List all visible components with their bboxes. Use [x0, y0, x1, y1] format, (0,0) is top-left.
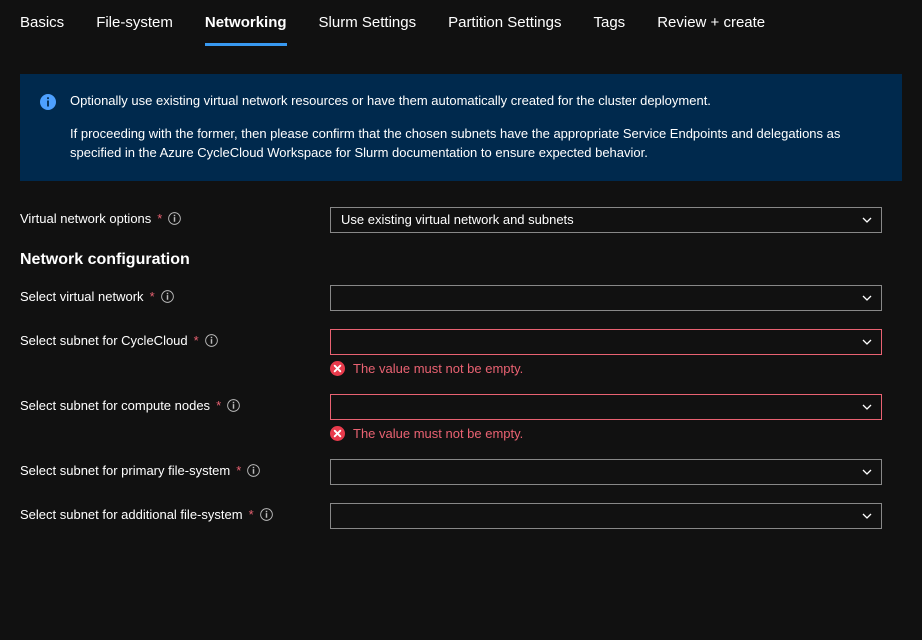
dropdown-select-vnet[interactable] — [330, 285, 882, 311]
error-subnet-cyclecloud: The value must not be empty. — [330, 361, 882, 376]
chevron-down-icon — [861, 214, 873, 226]
label-subnet-cyclecloud: Select subnet for CycleCloud * — [20, 329, 330, 348]
label-subnet-compute: Select subnet for compute nodes * — [20, 394, 330, 413]
dropdown-subnet-additional-fs[interactable] — [330, 503, 882, 529]
chevron-down-icon — [861, 401, 873, 413]
row-vnet-options: Virtual network options * Use existing v… — [20, 207, 902, 233]
row-subnet-compute: Select subnet for compute nodes * The va… — [20, 394, 902, 441]
tab-basics[interactable]: Basics — [20, 14, 64, 46]
tab-review-create[interactable]: Review + create — [657, 14, 765, 46]
help-icon[interactable] — [247, 464, 260, 477]
chevron-down-icon — [861, 292, 873, 304]
row-select-vnet: Select virtual network * — [20, 285, 902, 311]
required-marker: * — [249, 507, 254, 522]
row-subnet-primary-fs: Select subnet for primary file-system * — [20, 459, 902, 485]
label-vnet-options: Virtual network options * — [20, 207, 330, 226]
dropdown-subnet-primary-fs[interactable] — [330, 459, 882, 485]
required-marker: * — [194, 333, 199, 348]
label-subnet-additional-fs: Select subnet for additional file-system… — [20, 503, 330, 522]
help-icon[interactable] — [168, 212, 181, 225]
tab-file-system[interactable]: File-system — [96, 14, 173, 46]
error-icon — [330, 426, 345, 441]
label-subnet-primary-fs: Select subnet for primary file-system * — [20, 459, 330, 478]
tab-partition-settings[interactable]: Partition Settings — [448, 14, 561, 46]
info-icon — [40, 94, 56, 110]
dropdown-vnet-options[interactable]: Use existing virtual network and subnets — [330, 207, 882, 233]
help-icon[interactable] — [161, 290, 174, 303]
error-subnet-compute: The value must not be empty. — [330, 426, 882, 441]
row-subnet-additional-fs: Select subnet for additional file-system… — [20, 503, 902, 529]
tab-tags[interactable]: Tags — [594, 14, 626, 46]
tab-content: Optionally use existing virtual network … — [0, 46, 922, 567]
chevron-down-icon — [861, 466, 873, 478]
chevron-down-icon — [861, 510, 873, 522]
dropdown-subnet-compute[interactable] — [330, 394, 882, 420]
required-marker: * — [216, 398, 221, 413]
tab-slurm-settings[interactable]: Slurm Settings — [319, 14, 417, 46]
help-icon[interactable] — [260, 508, 273, 521]
tab-bar: Basics File-system Networking Slurm Sett… — [0, 0, 922, 46]
dropdown-subnet-cyclecloud[interactable] — [330, 329, 882, 355]
chevron-down-icon — [861, 336, 873, 348]
tab-networking[interactable]: Networking — [205, 14, 287, 46]
info-line-2: If proceeding with the former, then plea… — [70, 125, 882, 163]
label-select-vnet: Select virtual network * — [20, 285, 330, 304]
section-title-network-config: Network configuration — [20, 251, 902, 269]
info-banner: Optionally use existing virtual network … — [20, 74, 902, 181]
required-marker: * — [236, 463, 241, 478]
required-marker: * — [150, 289, 155, 304]
required-marker: * — [157, 211, 162, 226]
help-icon[interactable] — [227, 399, 240, 412]
info-text: Optionally use existing virtual network … — [70, 92, 882, 163]
info-line-1: Optionally use existing virtual network … — [70, 92, 882, 111]
help-icon[interactable] — [205, 334, 218, 347]
error-icon — [330, 361, 345, 376]
row-subnet-cyclecloud: Select subnet for CycleCloud * The value… — [20, 329, 902, 376]
